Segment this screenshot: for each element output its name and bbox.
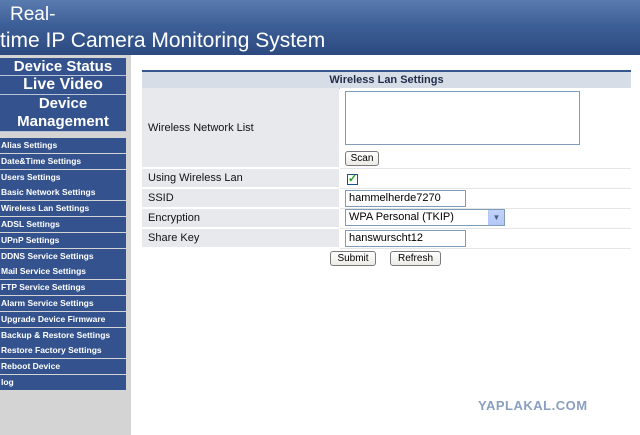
chevron-down-icon[interactable]: ▼	[488, 210, 504, 225]
device-management-label-1: Device	[38, 95, 88, 112]
encryption-label: Encryption	[142, 209, 339, 228]
sidebar-item-ftp-service-settings[interactable]: FTP Service Settings	[0, 280, 126, 296]
sidebar-item-upgrade-device-firmware[interactable]: Upgrade Device Firmware	[0, 311, 126, 327]
device-status-button[interactable]: Device Status	[0, 58, 126, 76]
sidebar-item-log[interactable]: log	[0, 374, 126, 390]
sidebar-item-wireless-lan-settings[interactable]: Wireless Lan Settings	[0, 201, 126, 217]
sidebar-item-reboot-device[interactable]: Reboot Device	[0, 359, 126, 375]
sidebar-item-basic-network-settings[interactable]: Basic Network Settings	[0, 185, 126, 201]
panel-title: Wireless Lan Settings	[142, 70, 631, 89]
check-icon: ✓	[348, 173, 358, 185]
network-list-box[interactable]	[345, 91, 580, 145]
sidebar-item-users-settings[interactable]: Users Settings	[0, 169, 126, 185]
sidebar-item-adsl-settings[interactable]: ADSL Settings	[0, 216, 126, 232]
watermark-text: YAPLAKAL.COM	[478, 398, 588, 413]
using-wireless-label: Using Wireless Lan	[142, 169, 339, 188]
share-key-input[interactable]: hanswurscht12	[345, 230, 466, 247]
sidebar-item-backup-restore-settings[interactable]: Backup & Restore Settings	[0, 327, 126, 343]
encryption-select[interactable]: WPA Personal (TKIP) ▼	[345, 209, 505, 226]
network-list-label: Wireless Network List	[142, 88, 339, 168]
sidebar-item-date-time-settings[interactable]: Date&Time Settings	[0, 153, 126, 169]
refresh-button[interactable]: Refresh	[390, 251, 441, 266]
sidebar-item-ddns-service-settings[interactable]: DDNS Service Settings	[0, 248, 126, 264]
scan-button[interactable]: Scan	[345, 151, 379, 166]
submit-button[interactable]: Submit	[330, 251, 376, 266]
ssid-input[interactable]: hammelherde7270	[345, 190, 466, 207]
sidebar-item-restore-factory-settings[interactable]: Restore Factory Settings	[0, 343, 126, 359]
app-title-line2: time IP Camera Monitoring System	[0, 29, 326, 52]
sidebar: Device Status Live Video Device Manageme…	[0, 55, 131, 435]
device-management-button[interactable]: Device Management	[0, 95, 126, 132]
live-video-button[interactable]: Live Video	[0, 76, 126, 95]
sidebar-item-alarm-service-settings[interactable]: Alarm Service Settings	[0, 295, 126, 311]
settings-menu: Alias Settings Date&Time Settings Users Se…	[0, 138, 126, 391]
app-header: Real- time IP Camera Monitoring System	[0, 0, 640, 55]
device-management-label-2: Management	[17, 113, 109, 130]
sidebar-item-upnp-settings[interactable]: UPnP Settings	[0, 232, 126, 248]
using-wireless-checkbox[interactable]: ✓	[347, 174, 358, 185]
app-title-line1: Real-	[10, 4, 56, 25]
sidebar-item-mail-service-settings[interactable]: Mail Service Settings	[0, 264, 126, 280]
using-wireless-cell	[340, 169, 631, 189]
share-key-label: Share Key	[142, 229, 339, 248]
encryption-value: WPA Personal (TKIP)	[349, 211, 454, 223]
sidebar-item-alias-settings[interactable]: Alias Settings	[0, 138, 126, 153]
ssid-label: SSID	[142, 189, 339, 208]
